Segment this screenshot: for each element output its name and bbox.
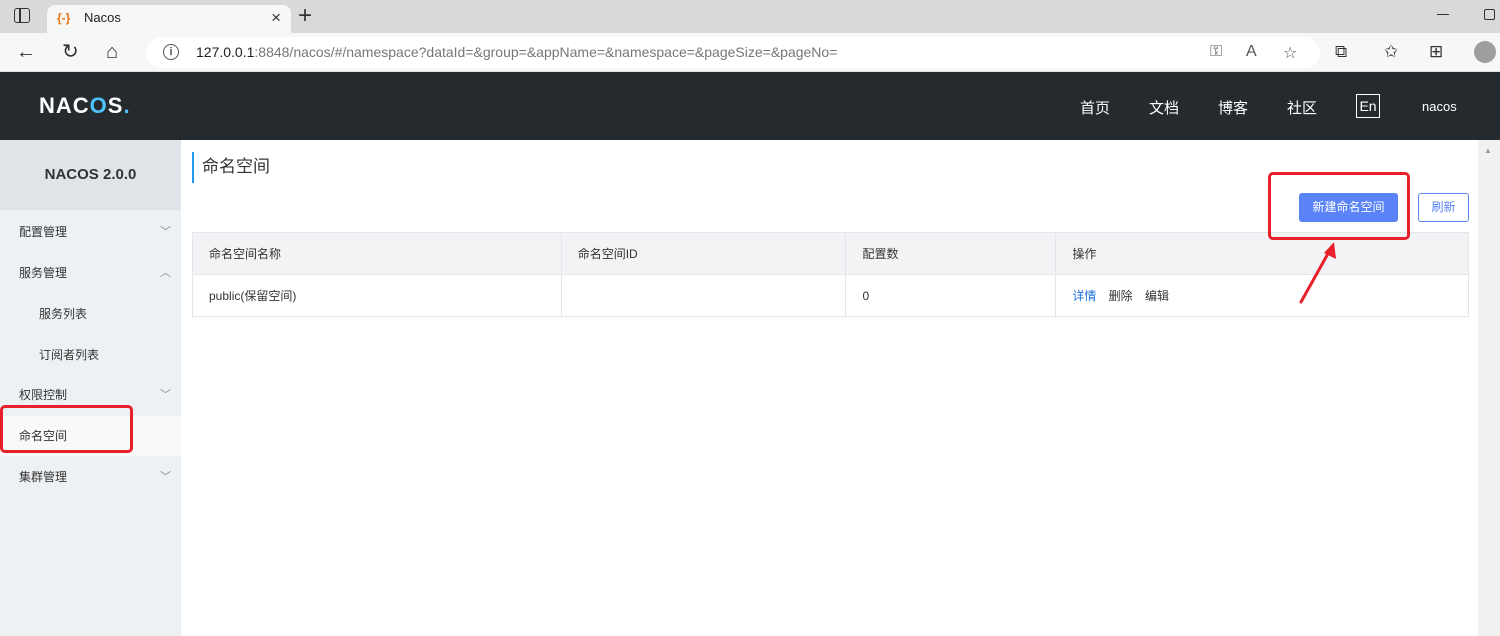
chevron-down-icon: ﹀ bbox=[160, 471, 171, 483]
user-name[interactable]: nacos bbox=[1422, 99, 1457, 114]
collections-icon[interactable]: ⊞ bbox=[1429, 42, 1443, 62]
nav-community[interactable]: 社区 bbox=[1287, 97, 1317, 118]
address-bar[interactable]: i 127.0.0.1:8848/nacos/#/namespace?dataI… bbox=[146, 37, 1320, 68]
page-title: 命名空间 bbox=[192, 152, 270, 183]
cell-id bbox=[560, 274, 847, 317]
refresh-icon[interactable]: ↻ bbox=[62, 39, 79, 65]
col-header-count: 配置数 bbox=[845, 232, 1057, 275]
favorites-icon[interactable]: ✩ bbox=[1384, 42, 1398, 62]
chevron-up-icon: ︿ bbox=[160, 267, 171, 279]
col-header-id: 命名空间ID bbox=[560, 232, 847, 275]
extensions-icon[interactable]: ⧉ bbox=[1335, 42, 1347, 62]
table-row: public(保留空间) 0 详情 删除 编辑 bbox=[192, 274, 1469, 317]
read-aloud-icon[interactable]: A bbox=[1246, 43, 1257, 61]
nav-home[interactable]: 首页 bbox=[1080, 97, 1110, 118]
cell-name: public(保留空间) bbox=[192, 274, 562, 317]
version-label: NACOS 2.0.0 bbox=[0, 140, 181, 210]
namespace-table: 命名空间名称 命名空间ID 配置数 操作 public(保留空间) 0 详情 删… bbox=[192, 232, 1469, 317]
maximize-icon[interactable] bbox=[1484, 9, 1495, 20]
cell-count: 0 bbox=[845, 274, 1057, 317]
sidebar-item-config[interactable]: 配置管理 ﹀ bbox=[0, 212, 181, 252]
sidebar-toggle-icon[interactable] bbox=[14, 8, 30, 23]
minimize-icon[interactable] bbox=[1437, 14, 1449, 16]
profile-icon[interactable] bbox=[1474, 41, 1496, 63]
app-header: NACOS. 首页 文档 博客 社区 En nacos bbox=[0, 72, 1500, 140]
scrollbar[interactable]: ▲ bbox=[1478, 140, 1500, 636]
nav-docs[interactable]: 文档 bbox=[1149, 97, 1179, 118]
home-icon[interactable]: ⌂ bbox=[106, 39, 118, 65]
favorite-add-icon[interactable]: ☆ bbox=[1283, 43, 1297, 63]
sidebar: NACOS 2.0.0 配置管理 ﹀ 服务管理 ︿ 服务列表 订阅者列表 权限控… bbox=[0, 140, 181, 636]
detail-link[interactable]: 详情 bbox=[1072, 289, 1096, 303]
back-icon[interactable]: ← bbox=[16, 39, 36, 65]
browser-tab-bar: {-} Nacos × + bbox=[0, 0, 1500, 33]
nacos-logo[interactable]: NACOS. bbox=[39, 93, 131, 119]
refresh-button[interactable]: 刷新 bbox=[1418, 193, 1469, 222]
plus-icon[interactable]: + bbox=[298, 2, 312, 30]
annotation-arrow bbox=[1299, 242, 1336, 304]
info-icon[interactable]: i bbox=[163, 44, 179, 60]
nav-blog[interactable]: 博客 bbox=[1218, 97, 1248, 118]
close-icon[interactable]: × bbox=[271, 8, 281, 28]
chevron-down-icon: ﹀ bbox=[160, 389, 171, 401]
annotation-arrow-shaft bbox=[1299, 248, 1332, 304]
browser-nav-bar: ← ↻ ⌂ i 127.0.0.1:8848/nacos/#/namespace… bbox=[0, 33, 1500, 72]
delete-link[interactable]: 删除 bbox=[1109, 289, 1133, 303]
sidebar-item-subscriber-list[interactable]: 订阅者列表 bbox=[0, 335, 181, 375]
edit-link[interactable]: 编辑 bbox=[1145, 289, 1169, 303]
tab-title: Nacos bbox=[84, 10, 121, 25]
nacos-favicon-icon: {-} bbox=[57, 11, 71, 25]
col-header-name: 命名空间名称 bbox=[192, 232, 562, 275]
sidebar-item-cluster[interactable]: 集群管理 ﹀ bbox=[0, 457, 181, 497]
annotation-box-namespace bbox=[0, 405, 133, 453]
cell-actions: 详情 删除 编辑 bbox=[1055, 274, 1469, 317]
sidebar-item-service[interactable]: 服务管理 ︿ bbox=[0, 253, 181, 293]
browser-tab[interactable]: {-} Nacos × bbox=[47, 5, 291, 33]
sidebar-item-service-list[interactable]: 服务列表 bbox=[0, 294, 181, 334]
scroll-up-icon[interactable]: ▲ bbox=[1484, 146, 1492, 155]
url-text[interactable]: 127.0.0.1:8848/nacos/#/namespace?dataId=… bbox=[196, 44, 837, 60]
annotation-box-create bbox=[1268, 172, 1410, 240]
language-switch[interactable]: En bbox=[1356, 94, 1380, 118]
key-icon[interactable]: ⚿ bbox=[1210, 43, 1222, 61]
chevron-down-icon: ﹀ bbox=[160, 226, 171, 238]
